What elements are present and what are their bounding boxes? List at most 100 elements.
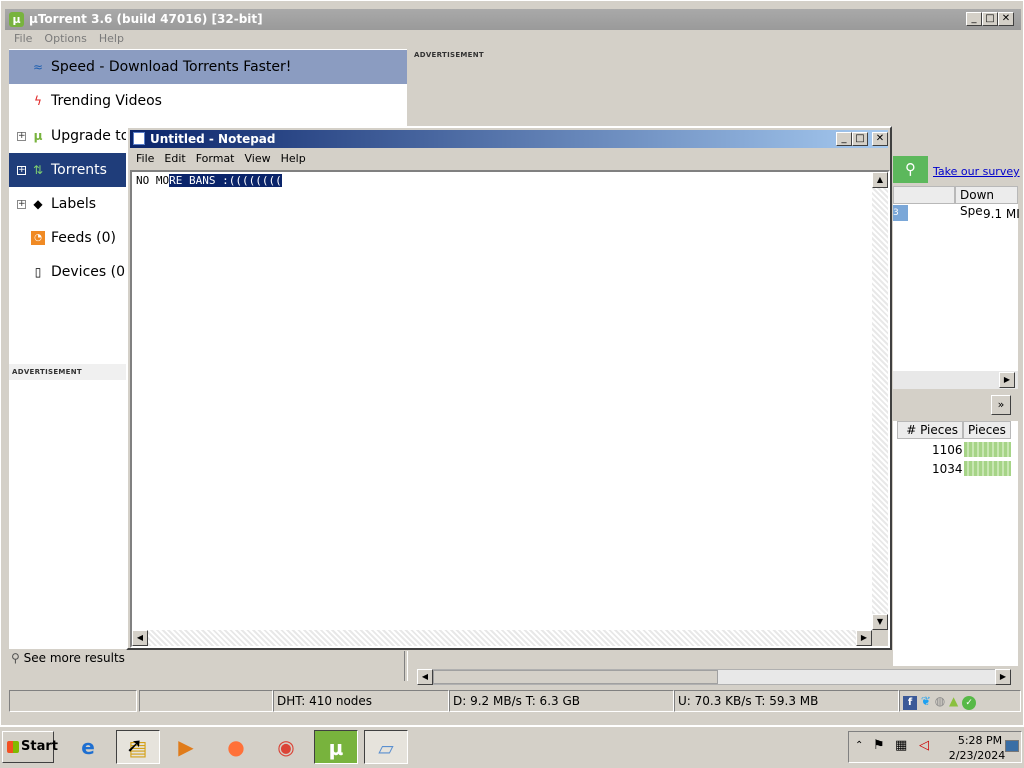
sidebar-item-label: Devices (0) (51, 264, 131, 280)
phone-icon: ▯ (34, 265, 42, 279)
scroll-left-button[interactable]: ◀ (132, 630, 148, 646)
notepad-hscroll[interactable]: ◀ ▶ (132, 630, 872, 646)
notepad-menu-file[interactable]: File (136, 150, 154, 168)
start-button[interactable]: Start (2, 731, 58, 763)
show-hidden-icons-icon[interactable]: ⌃ (855, 740, 863, 751)
status-cell-empty (9, 690, 137, 712)
see-more-label: See more results (23, 651, 125, 665)
scroll-up-button[interactable]: ▲ (872, 172, 888, 188)
flag-icon[interactable]: ⚑ (873, 738, 885, 753)
sidebar-item-label: Labels (51, 196, 97, 212)
status-cell-empty (139, 690, 273, 712)
pieces-count-cell: 1106 (932, 443, 963, 457)
windows-logo-icon (7, 741, 19, 753)
sidebar-item-label: Trending Videos (51, 93, 162, 109)
facebook-icon[interactable]: f (903, 696, 917, 710)
column-header-pieces-count[interactable]: # Pieces (897, 421, 963, 439)
notepad-menu-view[interactable]: View (245, 150, 271, 168)
volume-muted-icon[interactable]: ◁ (919, 738, 929, 753)
status-bar: DHT: 410 nodes D: 9.2 MB/s T: 6.3 GB U: … (9, 690, 1021, 712)
maximize-button[interactable]: □ (982, 12, 998, 26)
sidebar-item-speed[interactable]: ≈ Speed - Download Torrents Faster! (9, 50, 407, 84)
system-tray: ⌃ ⚑ ▦ ◁ 5:28 PM 2/23/2024 (848, 731, 1022, 763)
upload-status[interactable]: U: 70.3 KB/s T: 59.3 MB (674, 690, 899, 712)
notepad-titlebar[interactable]: Untitled - Notepad (130, 130, 888, 148)
scroll-right-button[interactable]: ▶ (856, 630, 872, 646)
resize-grip[interactable] (872, 630, 888, 646)
clock-date[interactable]: 2/23/2024 (947, 749, 1007, 762)
search-icon: ⚲ (11, 651, 20, 665)
notepad-menu-format[interactable]: Format (196, 150, 235, 168)
menu-options[interactable]: Options (44, 31, 86, 47)
scroll-left-button[interactable]: ◀ (417, 669, 433, 685)
mouse-cursor-icon: ➚ (126, 733, 143, 757)
column-header-blank[interactable] (893, 186, 955, 204)
advertisement-top: ADVERTISEMENT (408, 49, 1018, 129)
down-speed-cell: 9.1 MI (983, 207, 1020, 221)
media-player-icon[interactable]: ▶ (164, 730, 208, 764)
pieces-count-cell: 1034 (932, 462, 963, 476)
rss-icon: ◔ (31, 231, 45, 245)
collapse-chevron-icon[interactable]: » (991, 395, 1011, 415)
notepad-text-area[interactable]: NO MORE BANS :(((((((( ▲ ▼ ◀ ▶ (130, 170, 890, 648)
internet-explorer-icon[interactable]: e (66, 730, 110, 764)
notepad-minimize-button[interactable]: _ (836, 132, 852, 146)
notepad-menu-help[interactable]: Help (281, 150, 306, 168)
globe-icon[interactable]: ◍ (935, 694, 945, 708)
utorrent-taskbar-icon[interactable]: µ (314, 730, 358, 764)
lightning-icon: ϟ (34, 94, 42, 108)
sidebar-item-torrents[interactable]: + ⇅ Torrents (1) (9, 153, 126, 212)
utorrent-icon: µ (33, 129, 43, 143)
chrome-icon[interactable]: ◉ (264, 730, 308, 764)
splitter[interactable] (404, 651, 408, 681)
notepad-text: NO MORE BANS :(((((((( (136, 174, 282, 188)
utorrent-menubar: File Options Help (9, 31, 124, 47)
expand-icon[interactable]: + (17, 132, 26, 141)
network-icon[interactable]: ▦ (895, 738, 907, 753)
download-status[interactable]: D: 9.2 MB/s T: 6.3 GB (449, 690, 674, 712)
close-button[interactable]: ✕ (998, 12, 1014, 26)
taskbar: Start e ▤ ▶ ● ◉ µ ▱ ⌃ ⚑ ▦ ◁ 5:28 PM 2/23… (0, 726, 1024, 768)
minimize-button[interactable]: _ (966, 12, 982, 26)
show-desktop-icon[interactable] (1005, 740, 1019, 752)
utorrent-titlebar[interactable]: µTorrent 3.6 (build 47016) [32-bit] (5, 9, 1021, 30)
scroll-down-button[interactable]: ▼ (872, 614, 888, 630)
notepad-maximize-button[interactable]: □ (852, 132, 868, 146)
start-label: Start (21, 739, 58, 754)
detail-hscroll-thumb[interactable] (433, 670, 718, 684)
notepad-text-selected: RE BANS :(((((((( (169, 174, 282, 187)
progress-bar: 3 % (893, 205, 908, 234)
notepad-close-button[interactable]: ✕ (872, 132, 888, 146)
scroll-right-button[interactable]: ▶ (995, 669, 1011, 685)
column-header-pieces[interactable]: Pieces (963, 421, 1011, 439)
dht-status[interactable]: DHT: 410 nodes (273, 690, 449, 712)
expand-icon[interactable]: + (17, 200, 26, 209)
notepad-vscroll[interactable]: ▲ ▼ (872, 172, 888, 630)
column-header-down-speed[interactable]: Down Spe (955, 186, 1018, 218)
torrents-icon: ⇅ (32, 163, 44, 177)
notepad-taskbar-icon[interactable]: ▱ (364, 730, 408, 764)
search-button[interactable]: ⚲ (893, 156, 928, 183)
pieces-bar (964, 442, 1011, 457)
twitter-icon[interactable]: ❦ (921, 694, 931, 708)
speed-icon: ≈ (32, 60, 44, 74)
notepad-icon (133, 132, 145, 145)
clock-time[interactable]: 5:28 PM (953, 734, 1007, 747)
expand-icon[interactable]: + (17, 166, 26, 175)
notepad-menu-edit[interactable]: Edit (164, 150, 185, 168)
survey-link[interactable]: Take our survey (933, 165, 1020, 178)
social-icons-tray: f ❦ ◍ ▲ ✓ (899, 690, 1021, 712)
scroll-right-button[interactable]: ▶ (999, 372, 1015, 388)
tag-icon: ◆ (33, 197, 43, 211)
see-more-results-link[interactable]: ⚲ See more results (11, 651, 125, 665)
pieces-bar (964, 461, 1011, 476)
sidebar-item-trending[interactable]: ϟ Trending Videos (9, 84, 407, 118)
firefox-icon[interactable]: ● (214, 730, 258, 764)
notepad-text-unselected: NO MO (136, 174, 170, 187)
android-icon[interactable]: ▲ (949, 694, 958, 708)
check-icon[interactable]: ✓ (962, 696, 977, 710)
menu-help[interactable]: Help (99, 31, 124, 47)
ad-label: ADVERTISEMENT (9, 364, 126, 380)
menu-file[interactable]: File (14, 31, 32, 47)
sidebar-item-label: Feeds (0) (51, 230, 116, 246)
